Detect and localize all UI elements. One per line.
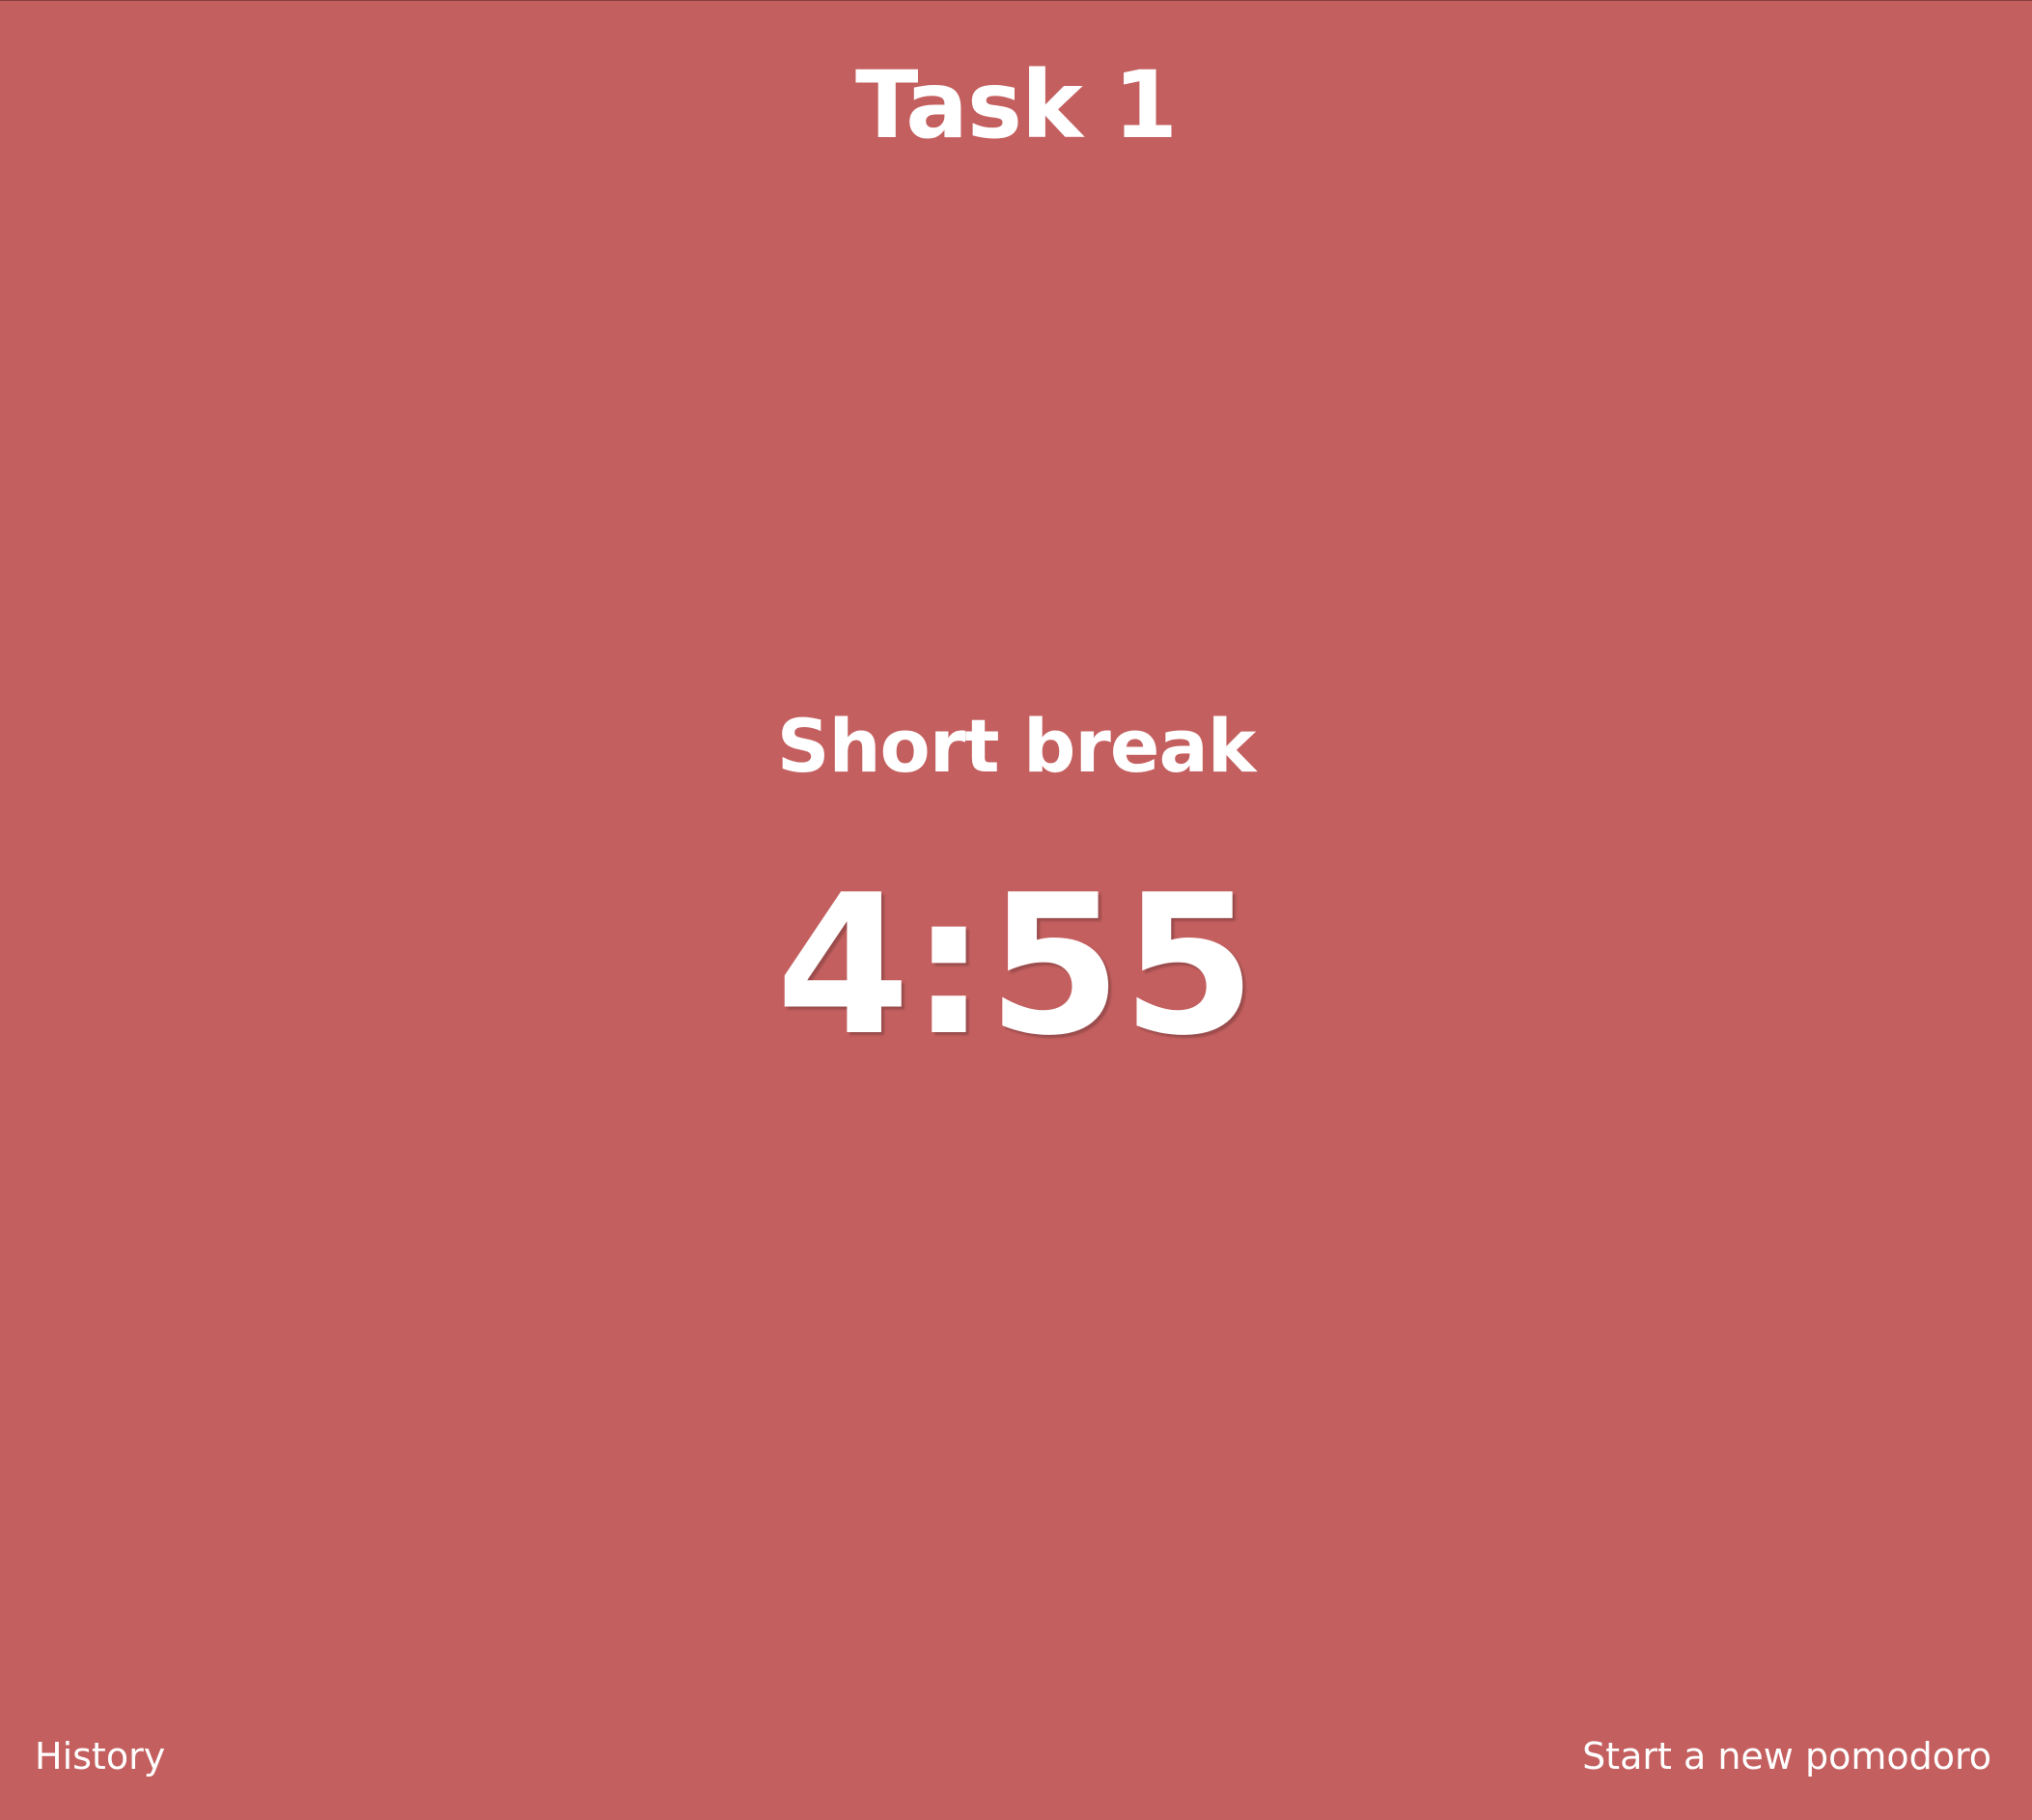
history-link[interactable]: History: [35, 1727, 165, 1785]
start-new-pomodoro-link[interactable]: Start a new pomodoro: [1582, 1727, 1991, 1785]
pomodoro-window: Task 1 Short break 4:55 History Start a …: [0, 0, 2032, 1820]
phase-label: Short break: [776, 703, 1257, 789]
task-title: Task 1: [854, 51, 1178, 159]
countdown-timer: 4:55: [775, 854, 1257, 1078]
